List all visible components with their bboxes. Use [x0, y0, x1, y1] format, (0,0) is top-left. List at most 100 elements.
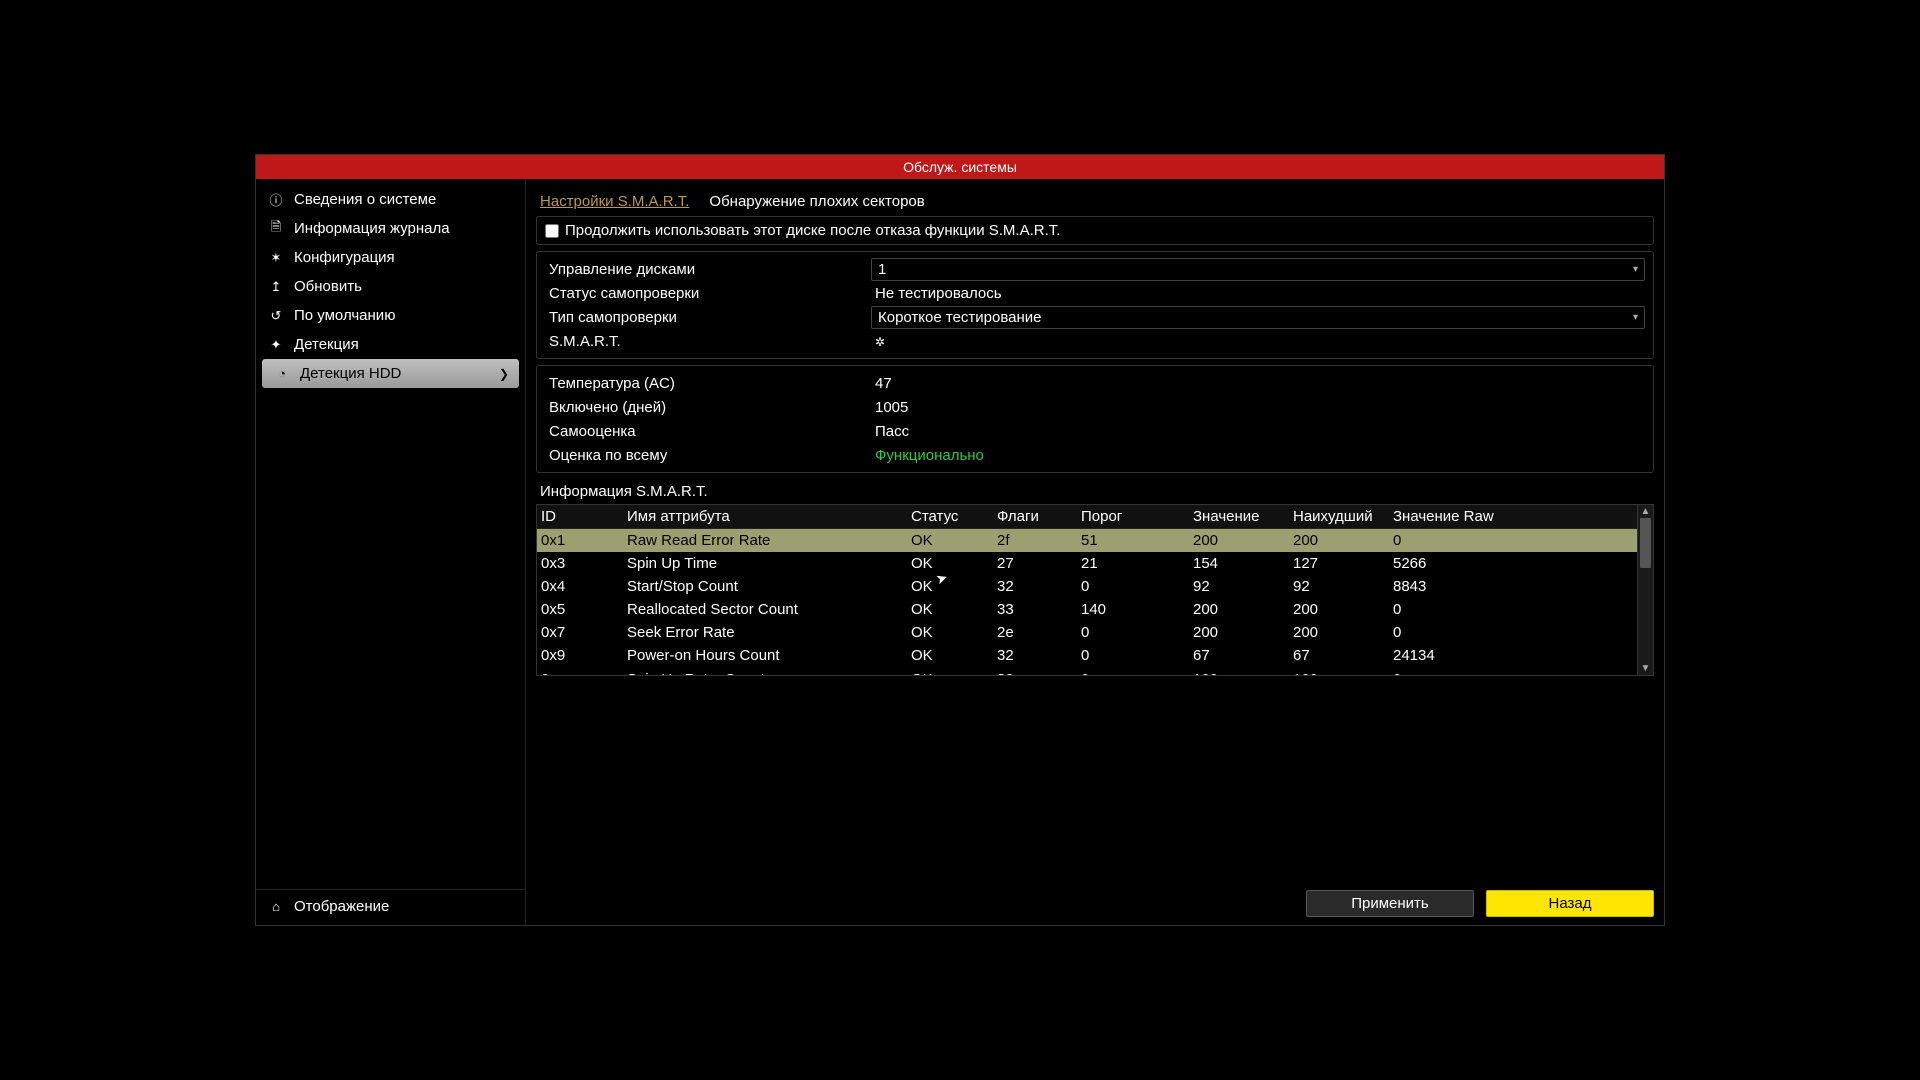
sidebar-item-default[interactable]: ↺ По умолчанию [256, 301, 525, 330]
upgrade-icon: ↥ [268, 279, 284, 295]
cell-thresh: 21 [1077, 552, 1189, 575]
selftest-type-dropdown[interactable]: Короткое тестирование ▾ [871, 306, 1645, 329]
sidebar-item-detection[interactable]: ✦ Детекция [256, 330, 525, 359]
disk-management-dropdown[interactable]: 1 ▾ [871, 258, 1645, 281]
scroll-down-icon[interactable]: ▼ [1641, 662, 1651, 675]
table-row[interactable]: 0xaSpin Up Retry CountOK3201001000 [537, 667, 1637, 675]
cell-flags: 32 [993, 644, 1077, 667]
overall-value: Функционально [871, 447, 1645, 464]
table-row[interactable]: 0x4Start/Stop CountOK32092928843 [537, 575, 1637, 598]
table-scrollbar[interactable]: ▲ ▼ [1637, 505, 1653, 675]
col-name[interactable]: Имя аттрибута [623, 505, 907, 529]
field-label: Самооценка [545, 423, 871, 440]
cell-status: OK [907, 644, 993, 667]
table-row[interactable]: 0x1Raw Read Error RateOK2f512002000 [537, 529, 1637, 553]
cell-raw: 0 [1389, 529, 1637, 553]
field-label: Оценка по всему [545, 447, 871, 464]
sidebar-item-system-info[interactable]: ⓘ Сведения о системе [256, 185, 525, 214]
col-thresh[interactable]: Порог [1077, 505, 1189, 529]
cell-raw: 0 [1389, 667, 1637, 675]
default-icon: ↺ [268, 308, 284, 324]
col-value[interactable]: Значение [1189, 505, 1289, 529]
cell-thresh: 0 [1077, 644, 1189, 667]
scroll-up-icon[interactable]: ▲ [1641, 505, 1651, 518]
cell-worst: 67 [1289, 644, 1389, 667]
tab-smart-settings[interactable]: Настройки S.M.A.R.T. [540, 193, 689, 210]
cell-value: 200 [1189, 598, 1289, 621]
cell-worst: 92 [1289, 575, 1389, 598]
col-raw[interactable]: Значение Raw [1389, 505, 1637, 529]
field-smart: S.M.A.R.T. [545, 329, 1645, 353]
sidebar-item-upgrade[interactable]: ↥ Обновить [256, 272, 525, 301]
table-row[interactable]: 0x7Seek Error RateOK2e02002000 [537, 621, 1637, 644]
table-header-row: ID Имя аттрибута Статус Флаги Порог Знач… [537, 505, 1637, 529]
cell-id: 0x3 [537, 552, 623, 575]
cell-value: 100 [1189, 667, 1289, 675]
field-selftest-status: Статус самопроверки Не тестировалось [545, 281, 1645, 305]
detection-icon: ✦ [268, 337, 284, 353]
cell-value: 200 [1189, 621, 1289, 644]
sidebar-spacer [256, 388, 525, 889]
col-worst[interactable]: Наихудший [1289, 505, 1389, 529]
apply-button[interactable]: Применить [1306, 890, 1474, 917]
sidebar-item-configuration[interactable]: ✶ Конфигурация [256, 243, 525, 272]
cell-status: OK [907, 598, 993, 621]
sidebar-item-log-info[interactable]: 🗎 Информация журнала [256, 214, 525, 243]
gear-icon [875, 333, 885, 350]
cell-thresh: 140 [1077, 598, 1189, 621]
back-button[interactable]: Назад [1486, 890, 1654, 917]
dropdown-value: 1 [878, 261, 886, 278]
cell-name: Reallocated Sector Count [623, 598, 907, 621]
disk-control-panel: Управление дисками 1 ▾ Статус самопровер… [536, 251, 1654, 359]
sidebar-item-label: Сведения о системе [294, 191, 436, 208]
cell-id: 0x5 [537, 598, 623, 621]
field-self-eval: Самооценка Пасс [545, 419, 1645, 443]
cell-flags: 32 [993, 667, 1077, 675]
col-id[interactable]: ID [537, 505, 623, 529]
field-label: Температура (AC) [545, 375, 871, 392]
scroll-thumb[interactable] [1640, 518, 1651, 568]
cell-raw: 24134 [1389, 644, 1637, 667]
window-title: Обслуж. системы [903, 159, 1017, 175]
cell-value: 200 [1189, 529, 1289, 553]
continue-use-checkbox-row[interactable]: Продолжить использовать этот диске после… [545, 222, 1645, 239]
col-status[interactable]: Статус [907, 505, 993, 529]
cell-id: 0x7 [537, 621, 623, 644]
smart-table-scroll: ID Имя аттрибута Статус Флаги Порог Знач… [537, 505, 1637, 675]
field-label: S.M.A.R.T. [545, 333, 871, 350]
continue-use-label: Продолжить использовать этот диске после… [565, 222, 1060, 239]
cell-flags: 2e [993, 621, 1077, 644]
config-icon: ✶ [268, 250, 284, 266]
field-power-days: Включено (дней) 1005 [545, 395, 1645, 419]
smart-run-button[interactable] [871, 333, 1645, 350]
table-row[interactable]: 0x5Reallocated Sector CountOK33140200200… [537, 598, 1637, 621]
body-area: ⓘ Сведения о системе 🗎 Информация журнал… [256, 179, 1664, 925]
scroll-track[interactable] [1638, 518, 1653, 662]
field-overall: Оценка по всему Функционально [545, 443, 1645, 467]
cell-flags: 32 [993, 575, 1077, 598]
smart-info-label: Информация S.M.A.R.T. [536, 479, 1654, 504]
temperature-value: 47 [871, 375, 1645, 392]
cell-flags: 27 [993, 552, 1077, 575]
table-row[interactable]: 0x9Power-on Hours CountOK320676724134 [537, 644, 1637, 667]
table-row[interactable]: 0x3Spin Up TimeOK27211541275266 [537, 552, 1637, 575]
sidebar-item-label: Информация журнала [294, 220, 450, 237]
field-selftest-type: Тип самопроверки Короткое тестирование ▾ [545, 305, 1645, 329]
cell-worst: 100 [1289, 667, 1389, 675]
sidebar-footer-label: Отображение [294, 898, 389, 915]
smart-table: ID Имя аттрибута Статус Флаги Порог Знач… [537, 505, 1637, 675]
tab-bad-sector-detect[interactable]: Обнаружение плохих секторов [709, 193, 924, 210]
cell-worst: 127 [1289, 552, 1389, 575]
sidebar-item-hdd-detection[interactable]: ◔ Детекция HDD [262, 359, 519, 388]
app-window: Обслуж. системы ⓘ Сведения о системе 🗎 И… [255, 154, 1665, 926]
cell-raw: 5266 [1389, 552, 1637, 575]
col-flags[interactable]: Флаги [993, 505, 1077, 529]
cell-worst: 200 [1289, 529, 1389, 553]
cell-name: Spin Up Retry Count [623, 667, 907, 675]
hdd-icon: ◔ [274, 366, 290, 382]
sidebar-footer-display[interactable]: ⌂ Отображение [256, 889, 525, 925]
info-icon: ⓘ [268, 192, 284, 208]
continue-use-checkbox[interactable] [545, 224, 559, 238]
smart-summary-panel: Температура (AC) 47 Включено (дней) 1005… [536, 365, 1654, 473]
sidebar: ⓘ Сведения о системе 🗎 Информация журнал… [256, 179, 526, 925]
